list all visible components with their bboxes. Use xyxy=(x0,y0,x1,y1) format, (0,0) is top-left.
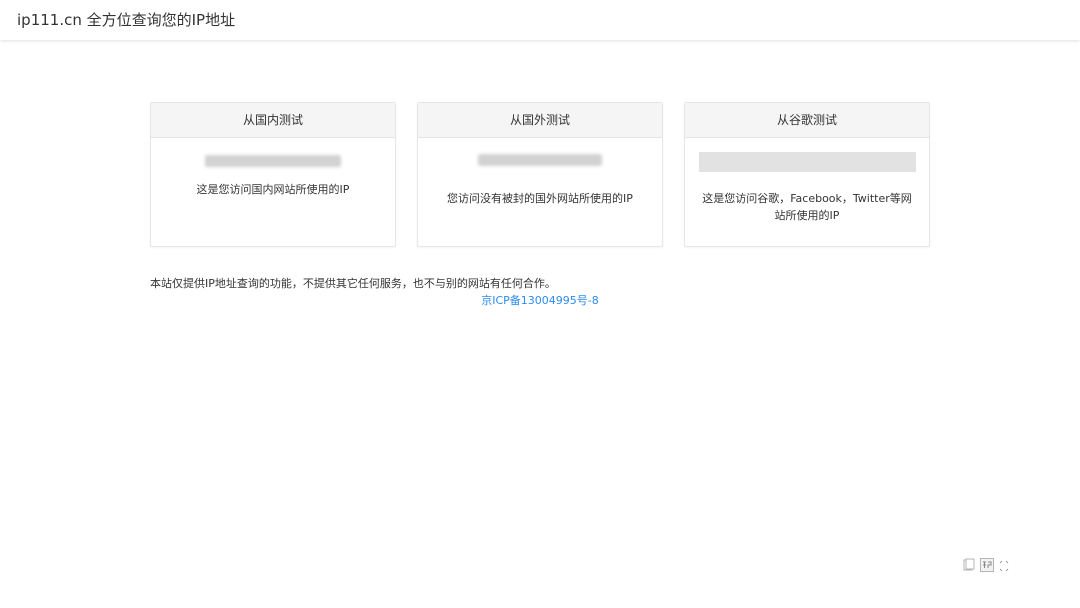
ime-pinyin-icon[interactable] xyxy=(980,557,994,576)
card-description: 这是您访问谷歌，Facebook，Twitter等网站所使用的IP xyxy=(702,192,912,222)
card-body: 这是您访问国内网站所使用的IP xyxy=(151,138,395,246)
ip-address-redacted xyxy=(478,154,602,166)
card-body: 您访问没有被封的国外网站所使用的IP xyxy=(418,138,662,246)
card-google-test: 从谷歌测试 这是您访问谷歌，Facebook，Twitter等网站所使用的IP xyxy=(684,102,930,247)
card-description: 这是您访问国内网站所使用的IP xyxy=(196,183,350,196)
ip-loading-bar xyxy=(699,152,916,172)
top-header: ip111.cn 全方位查询您的IP地址 xyxy=(0,0,1080,40)
ip-address-redacted xyxy=(205,155,341,167)
card-description: 您访问没有被封的国外网站所使用的IP xyxy=(447,192,633,205)
floating-toolbar xyxy=(963,557,1014,576)
disclaimer-text: 本站仅提供IP地址查询的功能，不提供其它任何服务，也不与别的网站有任何合作。 xyxy=(150,277,556,290)
card-foreign-test: 从国外测试 您访问没有被封的国外网站所使用的IP xyxy=(417,102,663,247)
card-domestic-test: 从国内测试 这是您访问国内网站所使用的IP xyxy=(150,102,396,247)
clipboard-icon[interactable] xyxy=(963,557,975,576)
card-title: 从国外测试 xyxy=(418,103,662,138)
expand-icon[interactable] xyxy=(999,557,1009,576)
site-title[interactable]: ip111.cn 全方位查询您的IP地址 xyxy=(17,10,235,30)
card-body: 这是您访问谷歌，Facebook，Twitter等网站所使用的IP xyxy=(685,138,929,246)
icp-license-link[interactable]: 京ICP备13004995号-8 xyxy=(0,293,1080,309)
card-title: 从谷歌测试 xyxy=(685,103,929,138)
card-title: 从国内测试 xyxy=(151,103,395,138)
